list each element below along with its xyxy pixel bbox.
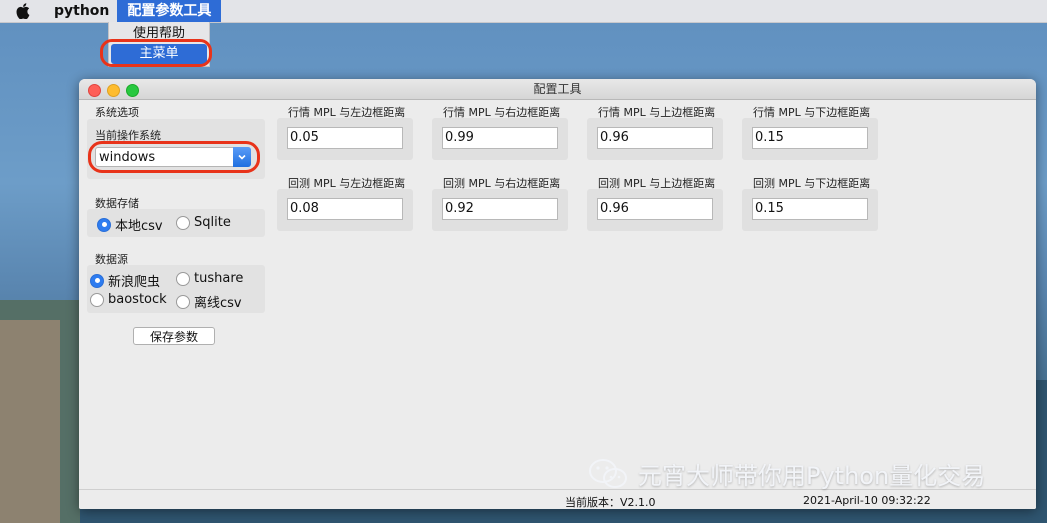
close-button[interactable]	[88, 84, 101, 97]
radio-source-sina[interactable]: 新浪爬虫	[90, 271, 160, 290]
window-titlebar[interactable]: 配置工具	[79, 79, 1036, 100]
wechat-watermark: 元宵大师带你用Python量化交易	[588, 456, 985, 491]
param-box: 0.99	[432, 118, 568, 160]
radio-label: 新浪爬虫	[108, 275, 161, 290]
param-box: 0.05	[277, 118, 413, 160]
zoom-button[interactable]	[126, 84, 139, 97]
radio-source-offline-csv[interactable]: 离线csv	[176, 292, 242, 311]
param-input-backtest-bottom[interactable]: 0.15	[752, 198, 868, 220]
radio-label: tushare	[194, 271, 244, 286]
param-input-backtest-left[interactable]: 0.08	[287, 198, 403, 220]
radio-storage-sqlite[interactable]: Sqlite	[176, 215, 231, 230]
window-title: 配置工具	[533, 82, 582, 96]
param-box: 0.15	[742, 118, 878, 160]
param-input-quote-right[interactable]: 0.99	[442, 127, 558, 149]
radio-unselected-icon	[176, 294, 190, 309]
menu-config-tools[interactable]: 配置参数工具	[117, 0, 222, 22]
radio-label: 离线csv	[194, 296, 242, 311]
watermark-text: 元宵大师带你用Python量化交易	[638, 462, 986, 490]
param-box: 0.08	[277, 189, 413, 231]
param-box: 0.96	[587, 189, 723, 231]
param-box: 0.15	[742, 189, 878, 231]
param-input-quote-left[interactable]: 0.05	[287, 127, 403, 149]
system-section-title: 系统选项	[95, 106, 139, 119]
radio-label: baostock	[108, 292, 167, 307]
status-bar: 当前版本：V2.1.0 2021-April-10 09:32:22	[79, 489, 1036, 509]
radio-unselected-icon	[176, 215, 190, 230]
param-input-backtest-right[interactable]: 0.92	[442, 198, 558, 220]
radio-selected-icon	[97, 217, 111, 232]
radio-selected-icon	[90, 273, 104, 288]
param-input-quote-bottom[interactable]: 0.15	[752, 127, 868, 149]
save-params-button[interactable]: 保存参数	[133, 327, 215, 345]
highlight-ring-main-menu	[100, 39, 212, 67]
param-input-quote-top[interactable]: 0.96	[597, 127, 713, 149]
menu-python[interactable]: python	[46, 0, 117, 22]
radio-unselected-icon	[176, 271, 190, 286]
apple-icon[interactable]	[16, 3, 32, 19]
menu-bar: python 配置参数工具	[0, 0, 1047, 23]
radio-source-tushare[interactable]: tushare	[176, 271, 243, 286]
radio-unselected-icon	[90, 292, 104, 307]
radio-label: Sqlite	[194, 215, 231, 230]
config-window: 配置工具 系统选项 当前操作系统 windows 数据存储 本地csv Sqli…	[79, 79, 1036, 509]
radio-storage-local-csv[interactable]: 本地csv	[97, 215, 163, 234]
param-box: 0.92	[432, 189, 568, 231]
version-text: 当前版本：V2.1.0	[565, 496, 656, 509]
radio-label: 本地csv	[115, 219, 163, 234]
desktop-background-rock	[0, 320, 60, 523]
datetime-text: 2021-April-10 09:32:22	[803, 494, 931, 507]
highlight-ring-os-select	[88, 141, 260, 173]
minimize-button[interactable]	[107, 84, 120, 97]
radio-source-baostock[interactable]: baostock	[90, 292, 167, 307]
wechat-icon	[589, 458, 627, 488]
param-box: 0.96	[587, 118, 723, 160]
param-input-backtest-top[interactable]: 0.96	[597, 198, 713, 220]
